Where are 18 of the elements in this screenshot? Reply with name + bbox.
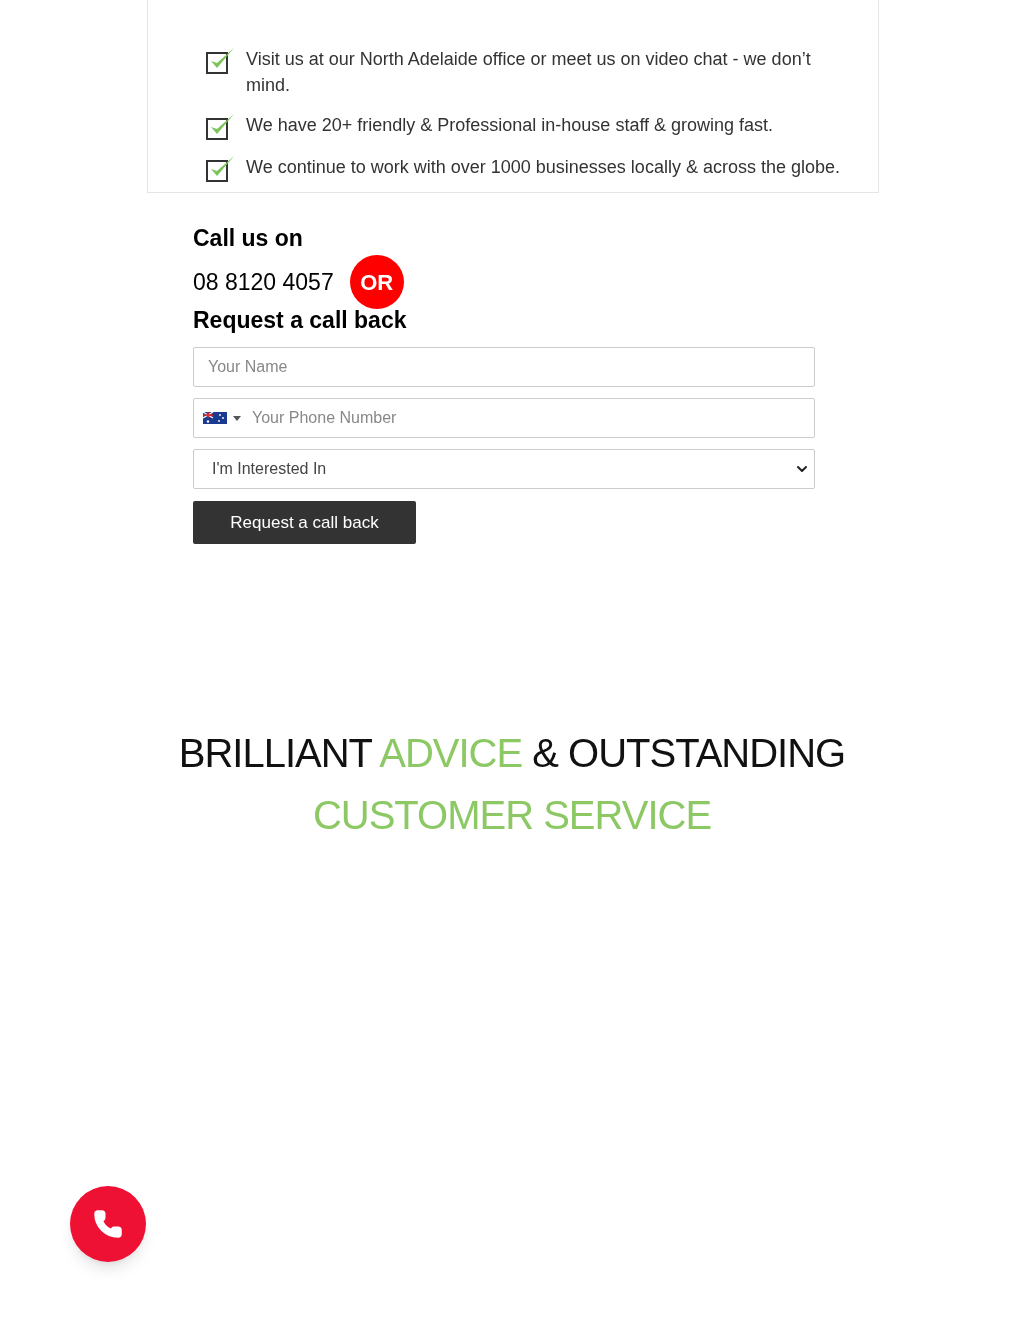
call-heading: Call us on <box>193 224 304 253</box>
call-button[interactable] <box>70 1186 146 1262</box>
feature-text: We have 20+ friendly & Professional in-house staff & growing fast. <box>246 114 774 137</box>
flag-icon <box>203 412 227 424</box>
phone-number: 08 8120 4057 <box>193 267 334 297</box>
phone-field[interactable]: Your Phone Number <box>193 398 815 438</box>
caret-icon <box>233 415 241 421</box>
phone-icon <box>93 1209 123 1239</box>
submit-button[interactable]: Request a call back <box>193 501 416 544</box>
feature-text: Visit us at our North Adelaide office or meet us on video chat - we don’t mind. <box>246 48 812 97</box>
headline: CUSTOMER SERVICE <box>312 792 712 839</box>
name-field[interactable]: Your Name <box>193 347 815 387</box>
headline: BRILLIANT ADVICE & OUTSTANDING <box>178 730 846 777</box>
or-badge: OR <box>349 255 404 309</box>
form-heading: Request a call back <box>193 306 408 335</box>
country-selector[interactable] <box>203 412 241 424</box>
feature-text: We continue to work with over 1000 businesses locally & across the globe. <box>246 156 840 179</box>
interest-select[interactable]: I'm Interested In <box>193 449 815 489</box>
